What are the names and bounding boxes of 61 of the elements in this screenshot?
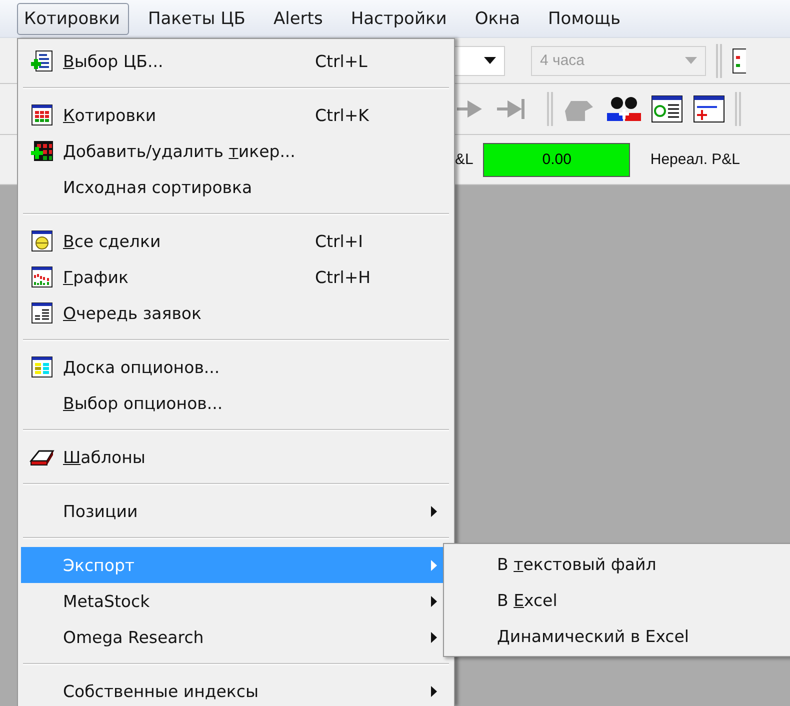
menu-item[interactable]: Доска опционов... xyxy=(21,349,451,385)
menu-item[interactable]: Добавить/удалить тикер... xyxy=(21,133,451,169)
shortcut-label: Ctrl+I xyxy=(315,232,364,250)
menu-item[interactable]: Очередь заявок xyxy=(21,295,451,331)
menu-item-label: Выбор опционов... xyxy=(63,394,224,412)
menu-item-label: Позиции xyxy=(63,502,139,520)
list-window-icon xyxy=(31,302,53,324)
table-window-icon xyxy=(31,104,53,126)
table-add-icon xyxy=(30,139,54,163)
chart-sheet-icon[interactable] xyxy=(693,95,725,123)
shortcut-label: Ctrl+K xyxy=(315,106,370,124)
dropdown-arrow-icon xyxy=(685,57,697,64)
submenu-item[interactable]: В Excel xyxy=(444,582,790,618)
menu-item-label: Собственные индексы xyxy=(63,682,260,700)
menu-item-label: Все сделки xyxy=(63,232,162,250)
menu-item-label: Omega Research xyxy=(63,628,205,646)
chart-window-icon xyxy=(31,266,53,288)
menu-item[interactable]: Выбор опционов... xyxy=(21,385,451,421)
menu-item-label: Добавить/удалить тикер... xyxy=(63,142,296,160)
menu-bar-item[interactable]: Котировки xyxy=(17,2,129,34)
menu-item-label: Очередь заявок xyxy=(63,304,202,322)
menu-item-label: Исходная сортировка xyxy=(63,178,254,196)
pnl-label: &L xyxy=(455,151,474,168)
menu-bar-item[interactable]: Настройки xyxy=(344,2,456,34)
menu-item[interactable]: Исходная сортировка xyxy=(21,169,451,205)
toolbar-grip[interactable] xyxy=(735,92,741,126)
menu-bar-item[interactable]: Alerts xyxy=(266,2,332,34)
submenu-item-label: В Excel xyxy=(497,590,558,610)
submenu-item-label: В текстовый файл xyxy=(497,554,658,574)
menu-item[interactable]: Выбор ЦБ... Ctrl+L xyxy=(21,43,451,79)
menu-item-label: График xyxy=(63,268,130,286)
pnl-value: 0.00 xyxy=(483,142,630,176)
unrealized-pnl-label: Нереал. P&L xyxy=(650,151,740,168)
menu-item[interactable]: Позиции xyxy=(21,493,451,529)
menu-item-label: MetaStock xyxy=(63,592,151,610)
menu-item-label: Экспорт xyxy=(63,556,136,574)
menu-item[interactable]: График Ctrl+H xyxy=(21,259,451,295)
menu-bar-item[interactable]: Помощь xyxy=(541,2,630,34)
arrow-to-end-icon[interactable] xyxy=(495,97,527,121)
dropdown-arrow-icon xyxy=(484,57,496,64)
menu-item[interactable]: Шаблоны xyxy=(21,439,451,475)
money-sheet-icon[interactable] xyxy=(651,95,683,123)
grid-window-icon xyxy=(31,356,53,378)
menu-item-label: Выбор ЦБ... xyxy=(63,52,164,70)
menu-item[interactable]: Все сделки Ctrl+I xyxy=(21,223,451,259)
menu-bar-item[interactable]: Окна xyxy=(468,2,530,34)
toolbar-grip[interactable] xyxy=(547,92,553,126)
people-icon[interactable] xyxy=(607,95,641,123)
submenu-item[interactable]: Динамический в Excel xyxy=(444,618,790,654)
list-add-icon xyxy=(30,49,54,73)
menu-item-label: Котировки xyxy=(63,106,158,124)
menu-bar-item[interactable]: Пакеты ЦБ xyxy=(140,2,254,34)
table-window-icon[interactable] xyxy=(732,48,746,74)
menu-item-label: Шаблоны xyxy=(63,448,146,466)
shortcut-label: Ctrl+L xyxy=(315,52,368,70)
shortcut-label: Ctrl+H xyxy=(315,268,372,286)
toolbar-grip[interactable] xyxy=(716,44,722,78)
menu-item[interactable]: Котировки Ctrl+K xyxy=(21,97,451,133)
menu-item-label: Доска опционов... xyxy=(63,358,221,376)
submenu-item-label: Динамический в Excel xyxy=(497,626,690,646)
menu-item[interactable]: Собственные индексы xyxy=(21,673,451,706)
